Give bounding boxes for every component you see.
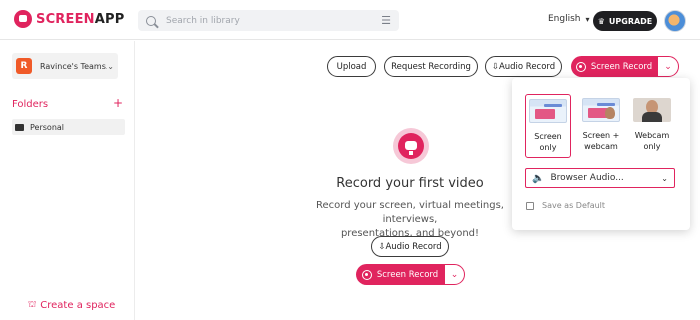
screenapp-window: SCREENAPP Search in library ☰ English ▾ … [0, 0, 700, 320]
sidebar: R Ravince's Teams... ⌄ Folders + Persona… [0, 41, 135, 320]
chevron-down-icon: ⌄ [661, 173, 668, 183]
empty-screen-record-label: Screen Record [376, 269, 439, 280]
upload-label: Upload [336, 61, 367, 72]
filter-icon[interactable]: ☰ [381, 14, 391, 27]
request-recording-button[interactable]: Request Recording [384, 56, 478, 77]
record-icon [575, 61, 586, 72]
mode-label: Webcam only [629, 130, 675, 152]
webcam-thumbnail [633, 98, 671, 122]
logo-text: SCREENAPP [36, 11, 125, 27]
empty-state-description: Record your screen, virtual meetings, in… [300, 199, 520, 241]
save-default-row[interactable]: Save as Default [526, 201, 605, 210]
audio-source-value: Browser Audio... [550, 173, 624, 183]
mode-label: Screen only [526, 131, 570, 153]
empty-state-title: Record your first video [336, 176, 484, 191]
crown-icon: ♛ [597, 16, 605, 26]
webcam-face [605, 107, 615, 119]
audio-source-select[interactable]: 🔈 Browser Audio... ⌄ [525, 168, 675, 188]
upgrade-button[interactable]: ♛ UPGRADE [593, 11, 657, 31]
empty-screen-record-options-button[interactable]: ⌄ [444, 264, 465, 285]
chevron-down-icon: ⌄ [450, 269, 459, 280]
avatar[interactable] [664, 10, 686, 32]
mode-label: Screen + webcam [578, 130, 624, 152]
chevron-down-icon: ▾ [585, 14, 590, 24]
logo[interactable]: SCREENAPP [14, 10, 124, 28]
mode-label-line1: Screen + [582, 131, 620, 140]
mode-webcam-only[interactable]: Webcam only [629, 94, 675, 158]
mode-label-line1: Screen [534, 132, 562, 141]
logo-icon [14, 10, 32, 28]
folders-heading: Folders [12, 99, 49, 110]
record-hero-icon [393, 128, 429, 164]
create-space-button[interactable]: ⛫ Create a space [28, 300, 115, 311]
mode-label-line1: Webcam [634, 131, 670, 140]
screen-webcam-thumbnail [582, 98, 620, 122]
microphone-icon [398, 133, 424, 159]
search-icon [146, 15, 156, 26]
screen-record-label: Screen Record [590, 61, 653, 72]
empty-screen-record-button[interactable]: Screen Record [356, 264, 444, 285]
language-selector[interactable]: English ▾ [548, 14, 590, 24]
upload-button[interactable]: Upload [327, 56, 376, 77]
search-bar[interactable]: Search in library ☰ [138, 10, 399, 31]
space-icon: ⛫ [28, 300, 37, 310]
microphone-icon: ⇩ [378, 241, 386, 252]
record-icon [361, 269, 372, 280]
create-space-label: Create a space [40, 300, 116, 311]
chevron-down-icon: ⌄ [664, 61, 672, 72]
team-badge: R [16, 58, 32, 74]
top-header: SCREENAPP Search in library ☰ English ▾ … [0, 0, 700, 40]
audio-record-button[interactable]: ⇩ Audio Record [485, 56, 562, 77]
plus-icon[interactable]: + [113, 96, 123, 110]
screen-thumbnail [529, 99, 567, 123]
mode-label-line2: only [539, 143, 557, 152]
search-input[interactable]: Search in library [166, 16, 381, 26]
sidebar-item-personal[interactable]: Personal [12, 119, 125, 135]
mode-label-line2: webcam [584, 142, 618, 151]
screen-record-button[interactable]: Screen Record [571, 56, 657, 77]
mode-screen-only[interactable]: Screen only [525, 94, 571, 158]
save-default-label: Save as Default [542, 201, 606, 210]
empty-state-description-line1: Record your screen, virtual meetings, in… [316, 200, 504, 225]
folder-icon [15, 123, 24, 131]
mode-label-line2: only [643, 142, 661, 151]
empty-audio-record-button[interactable]: ⇩ Audio Record [371, 236, 449, 257]
checkbox-icon[interactable] [526, 201, 534, 210]
screen-record-options-button[interactable]: ⌄ [657, 56, 679, 77]
record-options-panel: Screen only Screen + webcam Webcam only … [512, 78, 690, 230]
request-recording-label: Request Recording [391, 61, 471, 72]
empty-audio-record-label: Audio Record [385, 241, 442, 252]
microphone-icon: ⇩ [491, 61, 499, 72]
chevron-down-icon: ⌄ [107, 61, 114, 71]
team-name: Ravince's Teams... [40, 61, 108, 71]
team-selector[interactable]: R Ravince's Teams... ⌄ [12, 53, 118, 79]
upgrade-label: UPGRADE [608, 16, 653, 26]
speaker-icon: 🔈 [532, 172, 545, 184]
folder-label: Personal [30, 122, 65, 132]
mode-screen-webcam[interactable]: Screen + webcam [578, 94, 624, 158]
audio-record-label: Audio Record [498, 61, 556, 72]
language-label: English [548, 14, 581, 24]
